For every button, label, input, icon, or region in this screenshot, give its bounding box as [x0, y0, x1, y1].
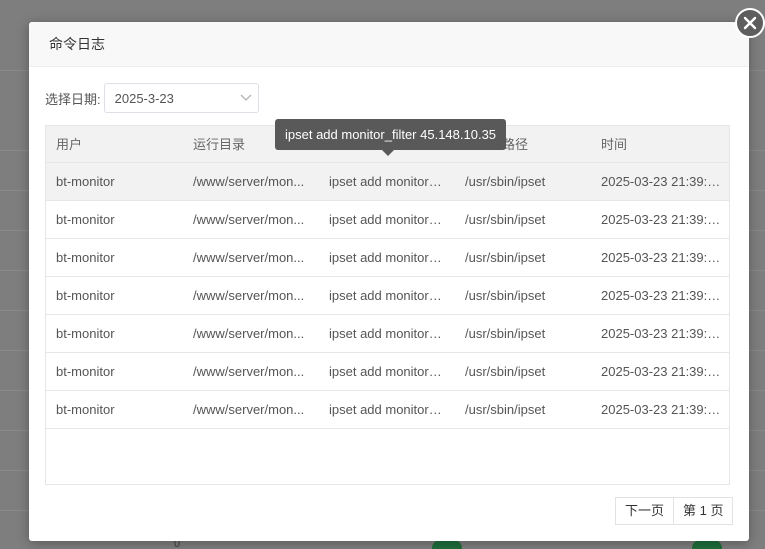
cell-path: /usr/sbin/ipset: [455, 390, 591, 429]
pagination: 下一页 第 1 页: [615, 497, 734, 525]
cell-command[interactable]: ipset add monitor_...: [319, 200, 455, 239]
dialog-title: 命令日志: [49, 36, 105, 52]
cell-user: bt-monitor: [46, 238, 183, 277]
date-filter: 选择日期: 2025-3-23: [45, 83, 259, 113]
tooltip-arrow: [382, 150, 394, 156]
command-log-table: 用户 运行目录 路径 时间 bt-monitor /www/server/mon…: [45, 125, 730, 485]
cell-user: bt-monitor: [46, 200, 183, 239]
table-row[interactable]: bt-monitor /www/server/mon... ipset add …: [46, 314, 729, 353]
column-header-user: 用户: [46, 126, 183, 163]
command-log-dialog: 命令日志 选择日期: 2025-3-23 用户 运行目录 路径 时间 bt-mo…: [29, 22, 749, 541]
cell-run-dir: /www/server/mon...: [183, 390, 319, 429]
cell-command[interactable]: ipset add monitor_...: [319, 276, 455, 315]
cell-path: /usr/sbin/ipset: [455, 314, 591, 353]
date-value: 2025-3-23: [114, 90, 174, 106]
cell-time: 2025-03-23 21:39:06: [591, 314, 729, 353]
cell-time: 2025-03-23 21:39:06: [591, 352, 729, 391]
cell-user: bt-monitor: [46, 276, 183, 315]
cell-run-dir: /www/server/mon...: [183, 238, 319, 277]
close-button[interactable]: [735, 8, 765, 38]
cell-time: 2025-03-23 21:39:06: [591, 276, 729, 315]
cell-path: /usr/sbin/ipset: [455, 162, 591, 201]
cell-run-dir: /www/server/mon...: [183, 200, 319, 239]
cell-run-dir: /www/server/mon...: [183, 352, 319, 391]
close-icon: [743, 16, 757, 30]
cell-user: bt-monitor: [46, 314, 183, 353]
cell-command[interactable]: ipset add monitor_...: [319, 390, 455, 429]
next-page-button[interactable]: 下一页: [615, 497, 675, 525]
cell-time: 2025-03-23 21:39:06: [591, 200, 729, 239]
date-select[interactable]: 2025-3-23: [103, 83, 259, 113]
cell-path: /usr/sbin/ipset: [455, 276, 591, 315]
command-tooltip: ipset add monitor_filter 45.148.10.35: [275, 119, 507, 150]
table-row[interactable]: bt-monitor /www/server/mon... ipset add …: [46, 238, 729, 277]
background-toggle: [432, 540, 462, 549]
cell-command[interactable]: ipset add monitor_...: [319, 352, 455, 391]
cell-command[interactable]: ipset add monitor_...: [319, 238, 455, 277]
table-row[interactable]: bt-monitor /www/server/mon... ipset add …: [46, 390, 729, 429]
cell-user: bt-monitor: [46, 390, 183, 429]
cell-run-dir: /www/server/mon...: [183, 314, 319, 353]
chevron-down-icon: [240, 94, 252, 102]
cell-path: /usr/sbin/ipset: [455, 200, 591, 239]
table-row[interactable]: bt-monitor /www/server/mon... ipset add …: [46, 200, 729, 239]
table-row[interactable]: bt-monitor /www/server/mon... ipset add …: [46, 276, 729, 315]
cell-user: bt-monitor: [46, 162, 183, 201]
cell-command[interactable]: ipset add monitor_...: [319, 162, 455, 201]
background-toggle: [692, 540, 722, 549]
cell-run-dir: /www/server/mon...: [183, 162, 319, 201]
cell-path: /usr/sbin/ipset: [455, 238, 591, 277]
cell-user: bt-monitor: [46, 352, 183, 391]
column-header-time: 时间: [591, 126, 729, 163]
cell-command[interactable]: ipset add monitor_...: [319, 314, 455, 353]
date-label: 选择日期:: [45, 91, 101, 107]
table-row[interactable]: bt-monitor /www/server/mon... ipset add …: [46, 352, 729, 391]
dialog-header: 命令日志: [29, 22, 749, 67]
table-row[interactable]: bt-monitor /www/server/mon... ipset add …: [46, 162, 729, 201]
cell-time: 2025-03-23 21:39:06: [591, 390, 729, 429]
cell-run-dir: /www/server/mon...: [183, 276, 319, 315]
current-page-indicator[interactable]: 第 1 页: [674, 497, 734, 525]
cell-time: 2025-03-23 21:39:06: [591, 238, 729, 277]
cell-time: 2025-03-23 21:39:06: [591, 162, 729, 201]
cell-path: /usr/sbin/ipset: [455, 352, 591, 391]
